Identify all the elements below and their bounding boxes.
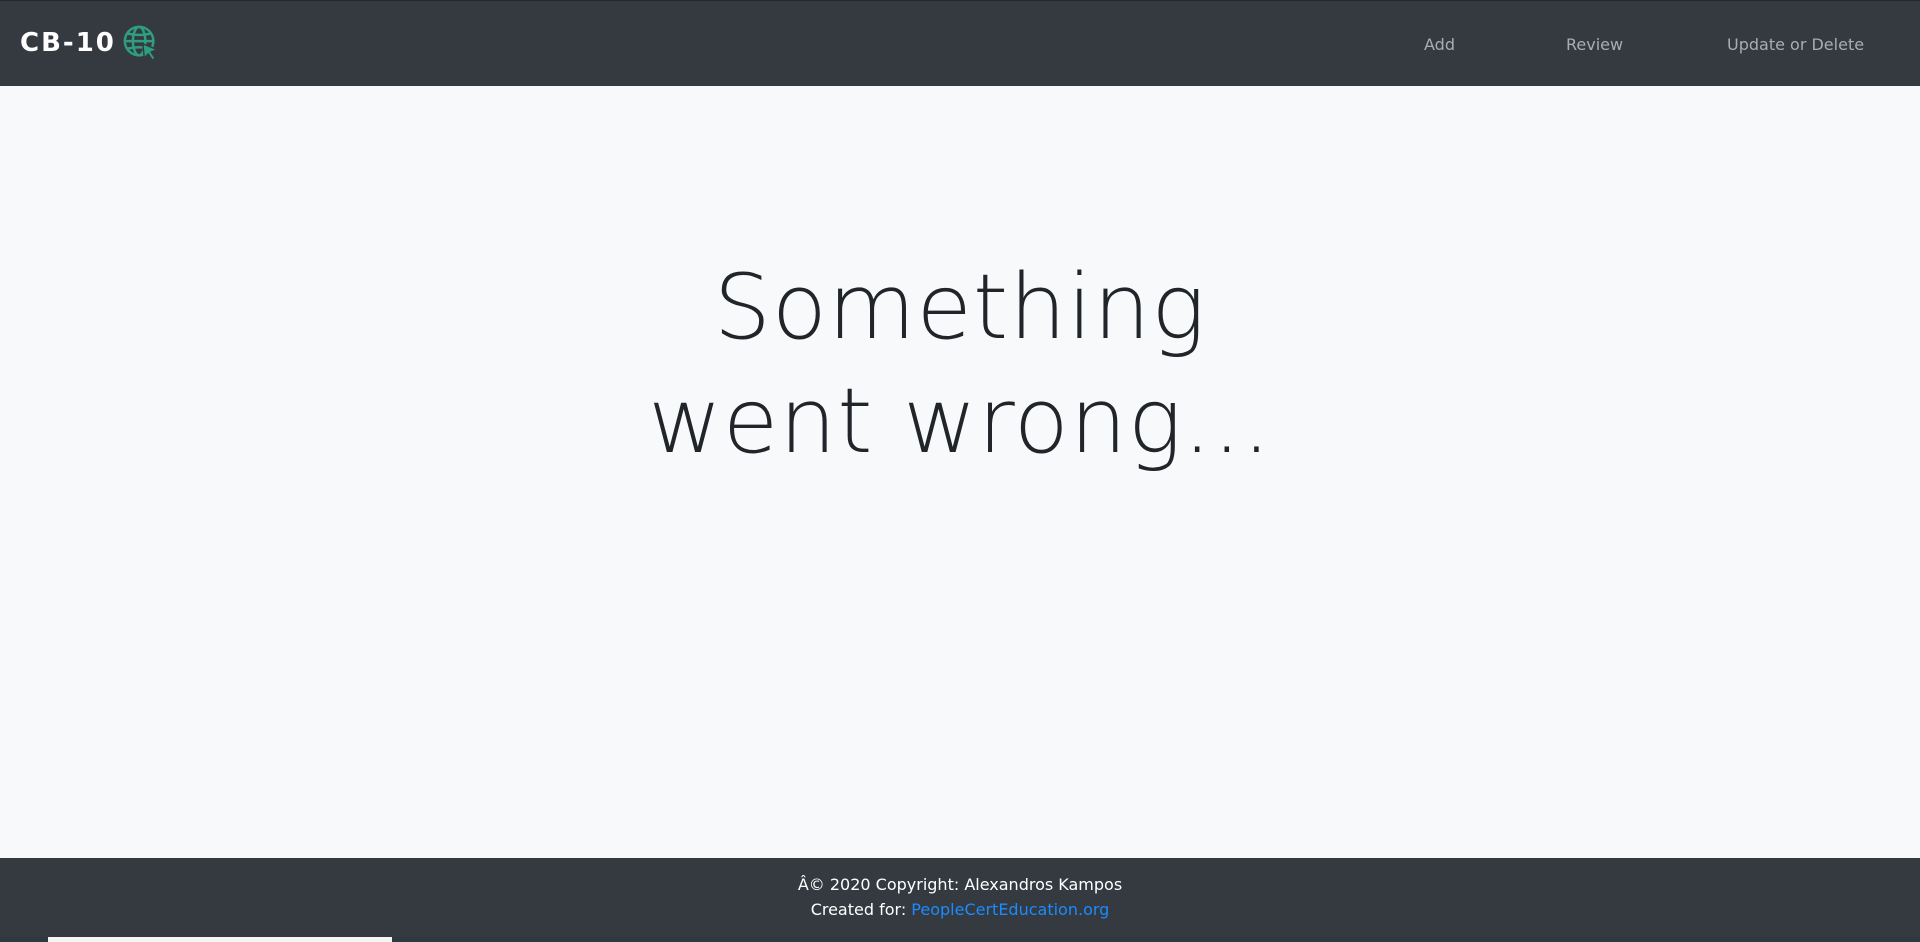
top-navbar: CB-10 Add Review Update or Delete [0,0,1920,86]
created-for-line: Created for: PeopleCertEducation.org [0,900,1920,920]
copyright-text: Â© 2020 Copyright: Alexandros Kampos [797,875,1123,894]
created-for-label: Created for: [810,900,907,919]
error-heading-line-1: Something [713,255,1207,360]
horizontal-scrollbar-thumb[interactable] [48,937,392,942]
nav-link-update-or-delete[interactable]: Update or Delete [1727,35,1864,55]
nav-link-add[interactable]: Add [1424,35,1455,55]
globe-cursor-icon [123,25,158,61]
error-heading-line-2: went wrong... [648,369,1272,474]
brand-logo-link[interactable]: CB-10 [20,23,160,63]
nav-link-review[interactable]: Review [1566,35,1623,55]
peoplecert-link[interactable]: PeopleCertEducation.org [911,900,1109,919]
brand-name: CB-10 [20,28,116,58]
main-content: Something went wrong... [0,86,1920,858]
page-footer: Â© 2020 Copyright: Alexandros Kampos Cre… [0,858,1920,942]
error-heading: Something went wrong... [0,251,1920,479]
